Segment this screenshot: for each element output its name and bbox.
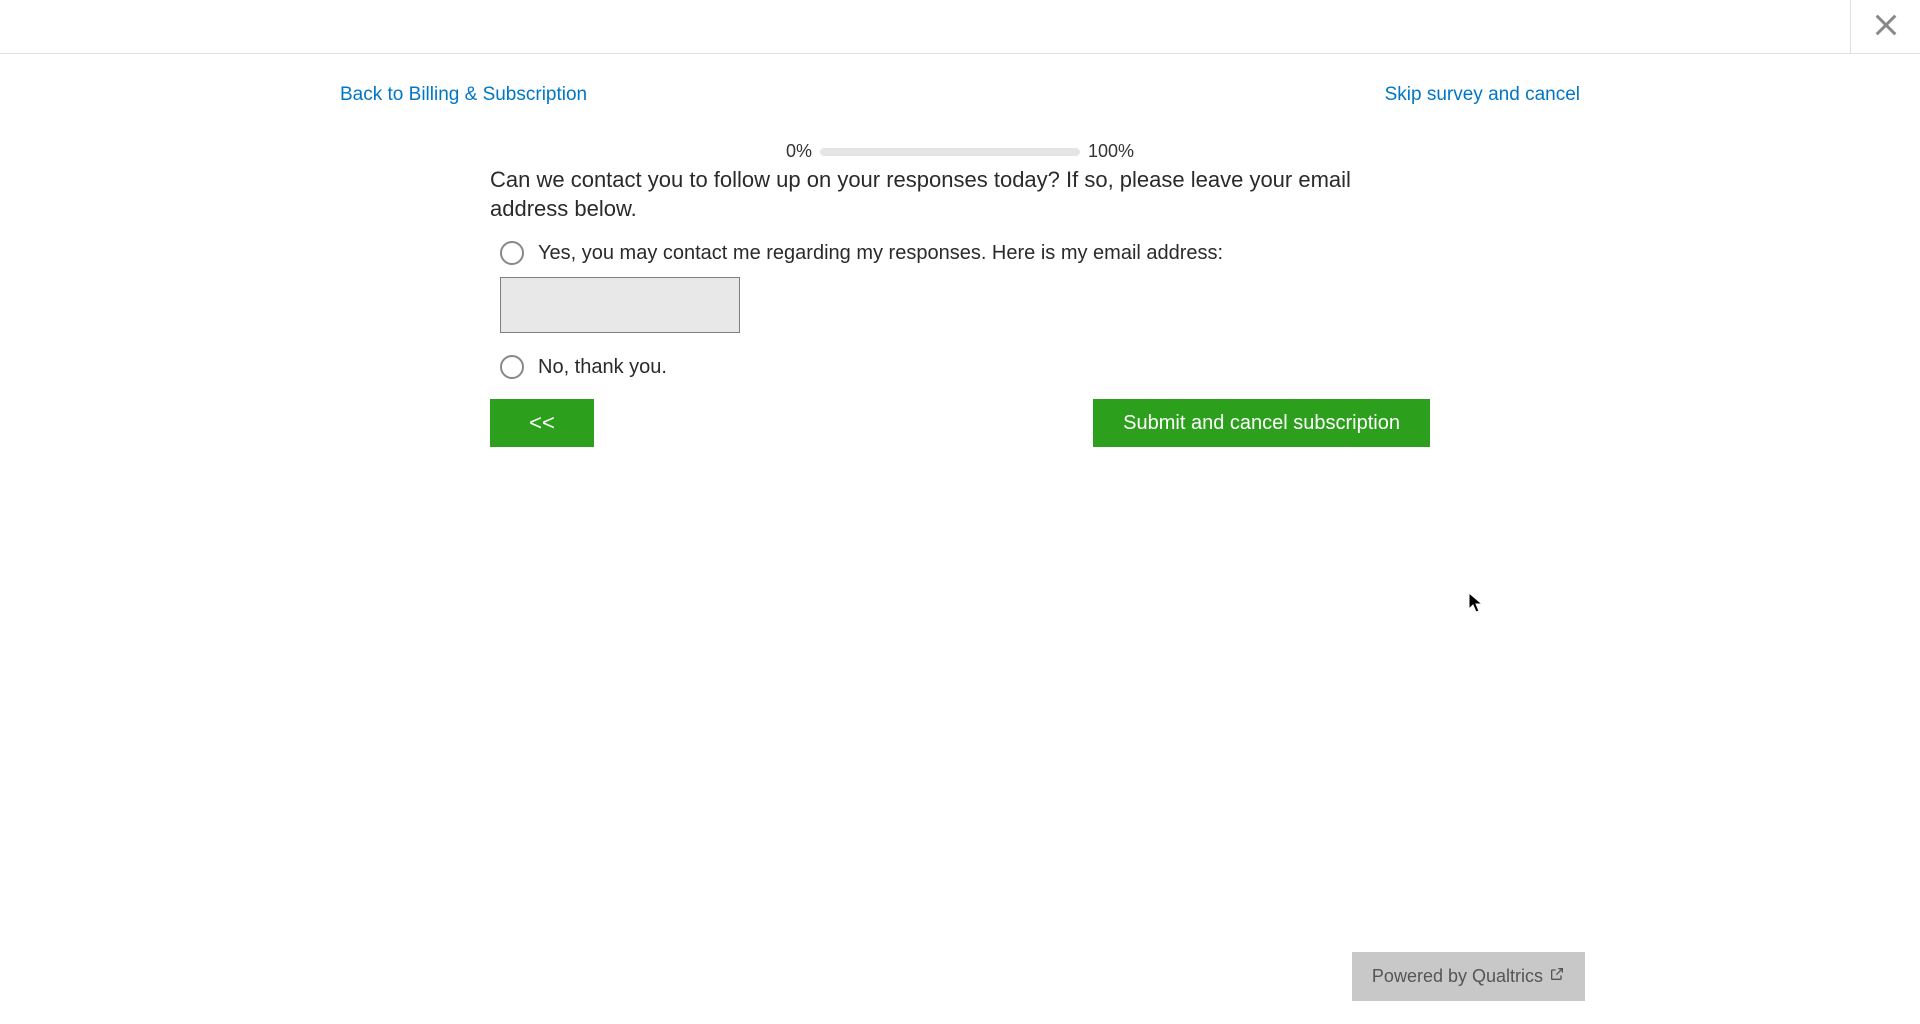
back-to-billing-link[interactable]: Back to Billing & Subscription bbox=[340, 84, 587, 106]
email-field[interactable] bbox=[500, 277, 740, 333]
external-link-icon bbox=[1549, 966, 1565, 987]
progress-end-label: 100% bbox=[1088, 141, 1134, 162]
powered-by-label: Powered by Qualtrics bbox=[1372, 966, 1543, 987]
option-no[interactable]: No, thank you. bbox=[500, 355, 1430, 379]
close-icon bbox=[1872, 11, 1900, 44]
topbar bbox=[0, 0, 1920, 54]
close-button[interactable] bbox=[1850, 0, 1920, 54]
submit-button[interactable]: Submit and cancel subscription bbox=[1093, 399, 1430, 447]
progress-start-label: 0% bbox=[786, 141, 812, 162]
progress-bar bbox=[820, 148, 1080, 156]
cursor-icon bbox=[1468, 592, 1484, 619]
back-button[interactable]: << bbox=[490, 399, 594, 447]
powered-by-badge[interactable]: Powered by Qualtrics bbox=[1352, 952, 1585, 1001]
option-no-label: No, thank you. bbox=[538, 356, 667, 379]
content: Back to Billing & Subscription Skip surv… bbox=[330, 54, 1590, 447]
top-links: Back to Billing & Subscription Skip surv… bbox=[330, 84, 1590, 106]
skip-survey-link[interactable]: Skip survey and cancel bbox=[1385, 84, 1580, 106]
radio-icon[interactable] bbox=[500, 241, 524, 265]
survey-question: Can we contact you to follow up on your … bbox=[490, 166, 1430, 223]
options: Yes, you may contact me regarding my res… bbox=[490, 241, 1430, 379]
button-row: << Submit and cancel subscription bbox=[490, 399, 1430, 447]
option-yes[interactable]: Yes, you may contact me regarding my res… bbox=[500, 241, 1430, 265]
radio-icon[interactable] bbox=[500, 355, 524, 379]
survey-body: 0% 100% Can we contact you to follow up … bbox=[410, 141, 1510, 447]
option-yes-label: Yes, you may contact me regarding my res… bbox=[538, 242, 1223, 265]
progress-row: 0% 100% bbox=[490, 141, 1430, 162]
